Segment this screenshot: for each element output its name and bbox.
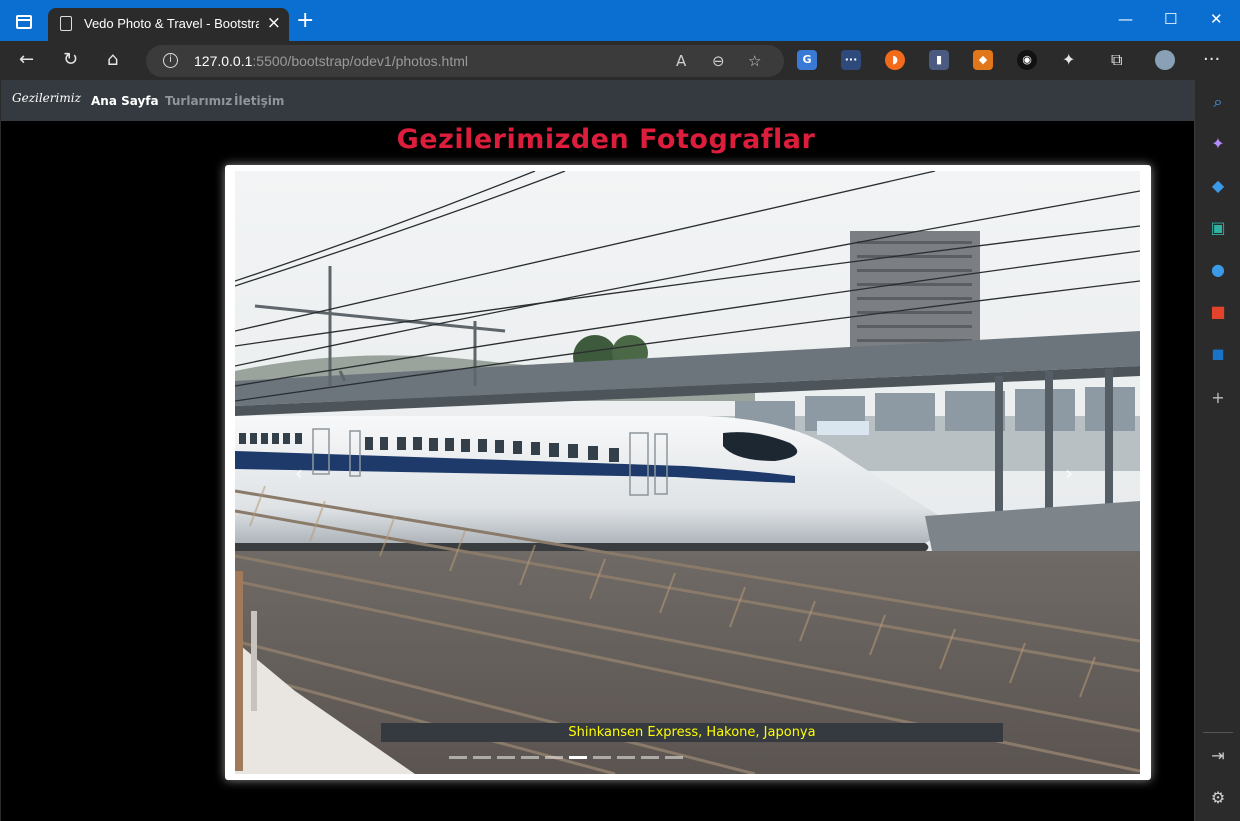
- chevron-left-icon: ‹: [295, 461, 303, 485]
- carousel-indicator[interactable]: [545, 756, 563, 759]
- carousel-prev-button[interactable]: ‹: [295, 461, 303, 485]
- carousel-indicator[interactable]: [593, 756, 611, 759]
- document-icon: [60, 16, 72, 31]
- browser-tab[interactable]: Vedo Photo & Travel - Bootstrap ×: [48, 8, 289, 41]
- site-info-icon[interactable]: i: [163, 53, 178, 68]
- url-text[interactable]: 127.0.0.1:5500/bootstrap/odev1/photos.ht…: [194, 53, 468, 69]
- profile-avatar[interactable]: [1155, 50, 1175, 70]
- tab-title: Vedo Photo & Travel - Bootstrap: [84, 16, 259, 31]
- translate-extension-icon[interactable]: G: [797, 50, 817, 70]
- tools-briefcase-icon[interactable]: ▣: [1208, 218, 1228, 238]
- carousel-indicator[interactable]: [521, 756, 539, 759]
- extension-dots-icon[interactable]: ···: [841, 50, 861, 70]
- outlook-icon[interactable]: ◼: [1208, 344, 1228, 364]
- search-icon[interactable]: ⌕: [1208, 92, 1228, 112]
- sidebar-divider: [1203, 732, 1233, 733]
- close-tab-icon[interactable]: ×: [267, 13, 281, 33]
- carousel-indicator[interactable]: [665, 756, 683, 759]
- photo-carousel: ‹ › Shinkansen Express, Hakone, Japonya: [225, 165, 1151, 780]
- more-menu-icon[interactable]: ···: [1203, 50, 1220, 70]
- hide-sidebar-icon[interactable]: ⇥: [1208, 746, 1228, 766]
- orange-extension-icon[interactable]: ◗: [885, 50, 905, 70]
- carousel-next-button[interactable]: ›: [1065, 461, 1073, 485]
- carousel-indicator[interactable]: [449, 756, 467, 759]
- back-arrow-icon[interactable]: ←: [19, 50, 34, 70]
- carousel-caption: Shinkansen Express, Hakone, Japonya: [381, 723, 1003, 742]
- site-brand[interactable]: Gezilerimiz: [12, 91, 81, 105]
- office-icon[interactable]: ■: [1208, 302, 1228, 322]
- carousel-indicator[interactable]: [497, 756, 515, 759]
- maximize-button[interactable]: ☐: [1164, 10, 1177, 28]
- nav-home[interactable]: Ana Sayfa: [91, 94, 159, 108]
- shinkansen-train-image: [235, 171, 1140, 774]
- nav-tours[interactable]: Turlarımız: [165, 94, 232, 108]
- extensions-puzzle-icon[interactable]: ✦: [1062, 50, 1075, 70]
- mask-extension-icon[interactable]: ◉: [1017, 50, 1037, 70]
- page-title: Gezilerimizden Fotograflar: [396, 124, 816, 155]
- read-aloud-icon[interactable]: A: [676, 52, 686, 70]
- refresh-icon[interactable]: ↻: [63, 50, 78, 70]
- nav-contact[interactable]: İletişim: [234, 94, 284, 108]
- carousel-indicators: [449, 756, 683, 760]
- add-sidebar-icon[interactable]: +: [1208, 388, 1228, 408]
- edge-sidebar: ⌕ ✦ ◆ ▣ ● ■ ◼ + ⇥ ⚙: [1194, 80, 1240, 821]
- copilot-sparkle-icon[interactable]: ✦: [1208, 134, 1228, 154]
- title-bar: Vedo Photo & Travel - Bootstrap × + — ☐ …: [0, 0, 1240, 41]
- games-icon[interactable]: ●: [1208, 260, 1228, 280]
- site-navbar: Gezilerimiz Ana Sayfa Turlarımız İletişi…: [1, 80, 1194, 121]
- carousel-indicator[interactable]: [617, 756, 635, 759]
- chevron-right-icon: ›: [1065, 461, 1073, 485]
- close-window-button[interactable]: ✕: [1210, 10, 1223, 28]
- shopping-tag-icon[interactable]: ◆: [1208, 176, 1228, 196]
- collections-icon[interactable]: ⧉: [1111, 50, 1122, 70]
- address-bar[interactable]: i 127.0.0.1:5500/bootstrap/odev1/photos.…: [146, 45, 784, 77]
- window-menu-icon[interactable]: [16, 15, 32, 29]
- carousel-indicator[interactable]: [473, 756, 491, 759]
- metamask-fox-icon[interactable]: ◆: [973, 50, 993, 70]
- page-viewport: Gezilerimiz Ana Sayfa Turlarımız İletişi…: [0, 80, 1194, 821]
- carousel-photo: ‹ › Shinkansen Express, Hakone, Japonya: [235, 171, 1140, 774]
- carousel-indicator-active[interactable]: [569, 756, 587, 759]
- home-icon[interactable]: ⌂: [107, 50, 118, 70]
- favorite-star-icon[interactable]: ☆: [748, 52, 761, 70]
- zoom-icon[interactable]: ⊖: [712, 52, 725, 70]
- browser-toolbar: ← ↻ ⌂ i 127.0.0.1:5500/bootstrap/odev1/p…: [0, 41, 1240, 80]
- settings-gear-icon[interactable]: ⚙: [1208, 788, 1228, 808]
- media-extension-icon[interactable]: ▮: [929, 50, 949, 70]
- carousel-indicator[interactable]: [641, 756, 659, 759]
- minimize-button[interactable]: —: [1118, 10, 1133, 28]
- new-tab-button[interactable]: +: [296, 10, 314, 32]
